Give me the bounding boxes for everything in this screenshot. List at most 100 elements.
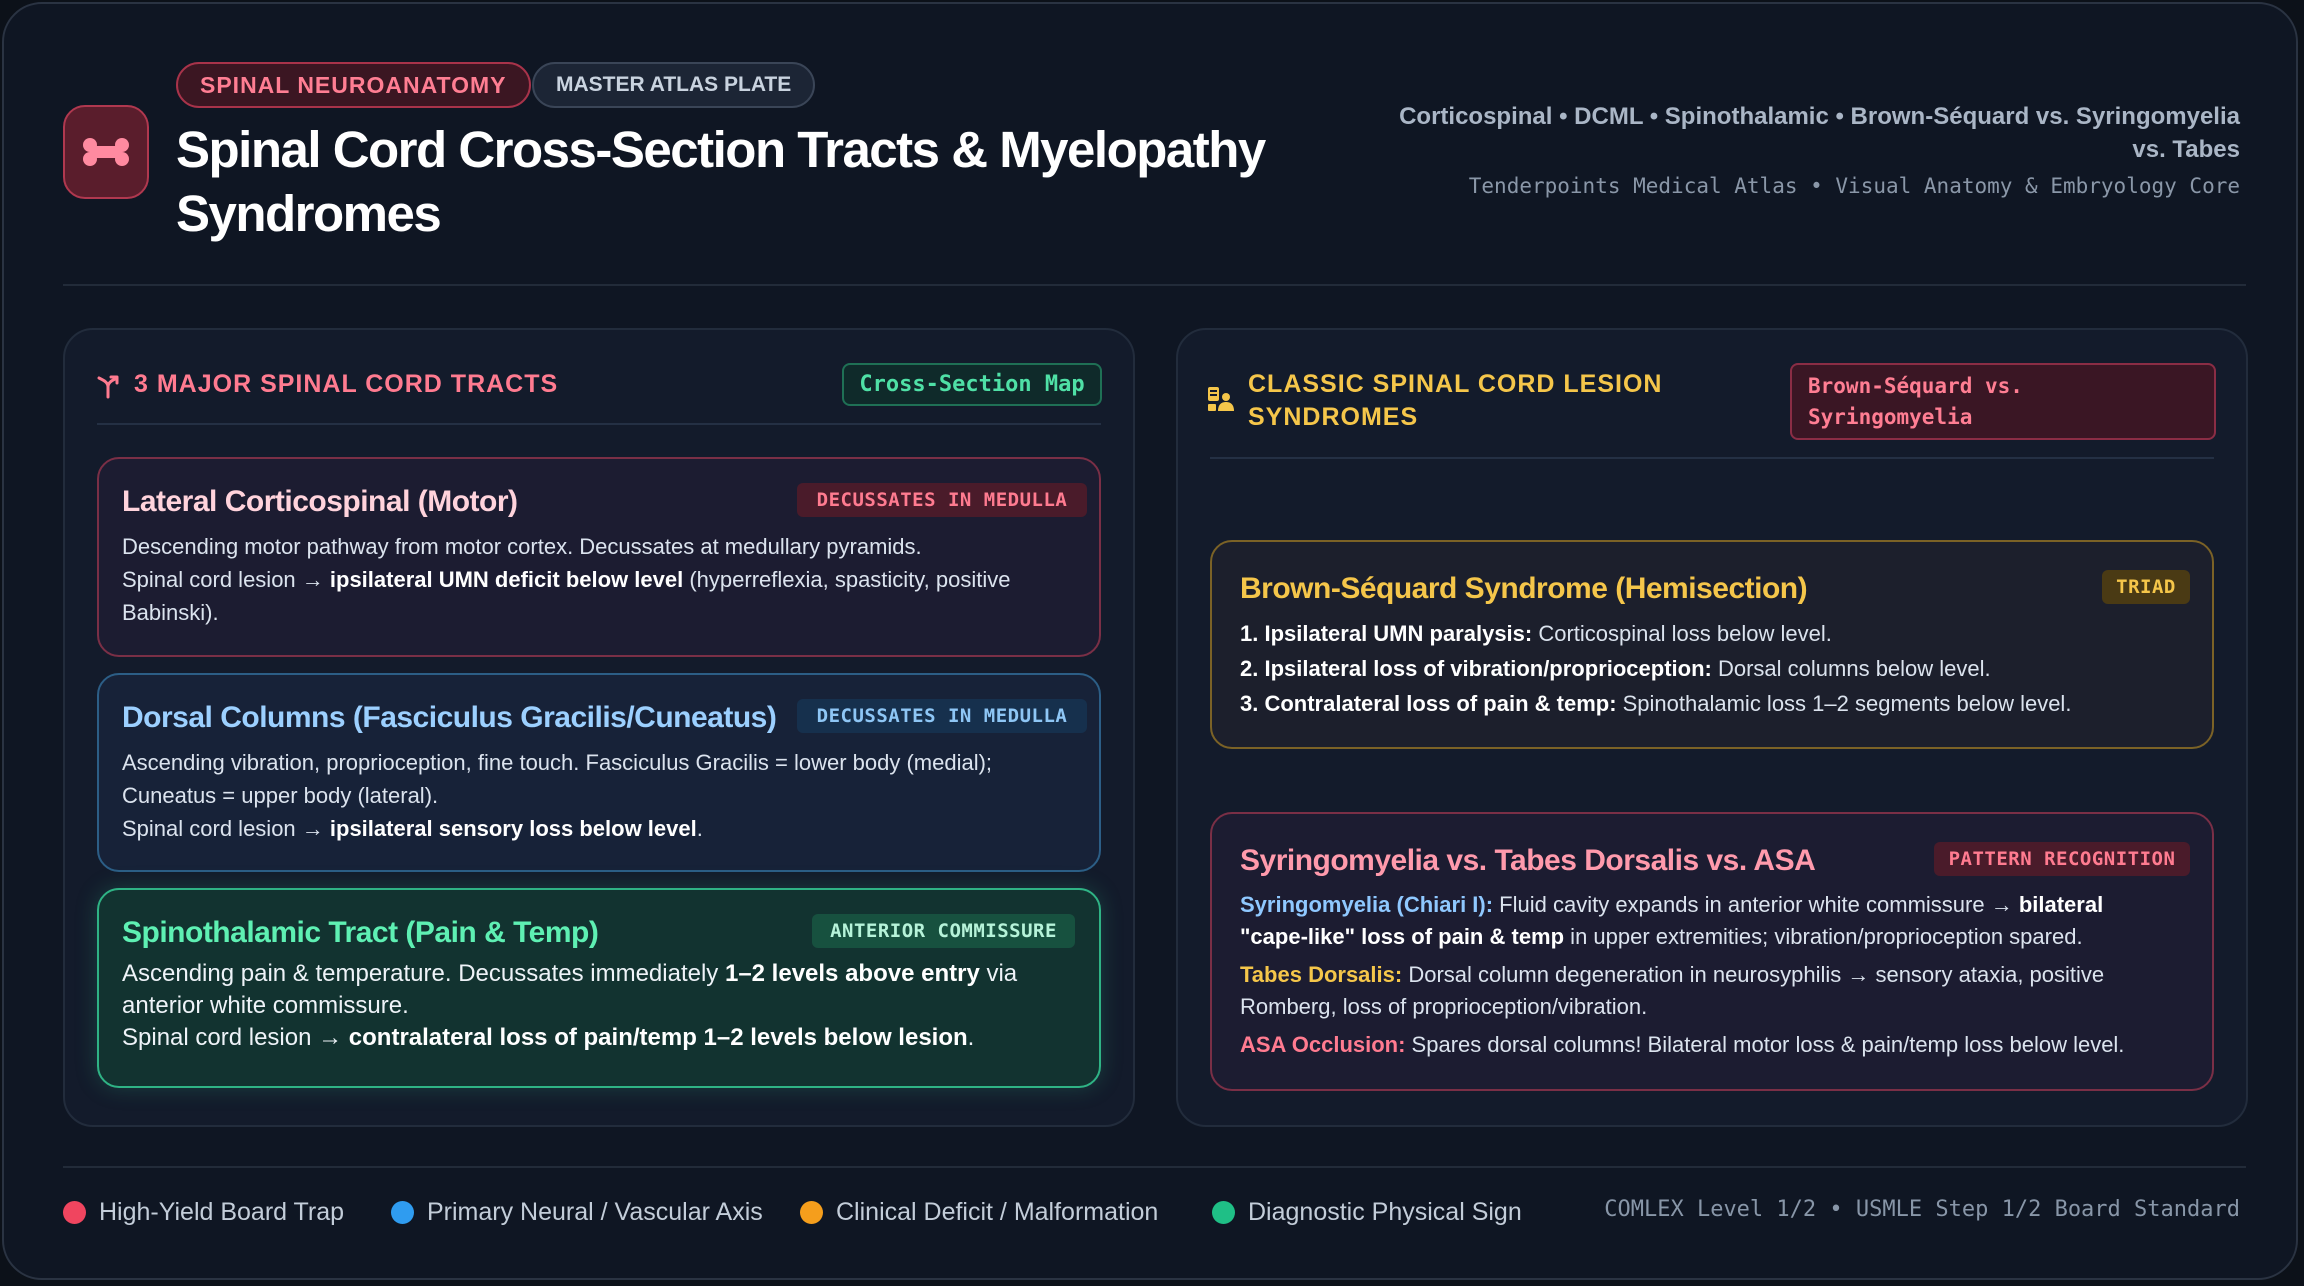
brown-sequard-card: Brown-Séquard Syndrome (Hemisection) TRI… (1210, 540, 2214, 749)
triad-label: 3. Contralateral loss of pain & temp: (1240, 691, 1617, 716)
legend-label: Clinical Deficit / Malformation (836, 1198, 1159, 1226)
syringomyelia-label: Syringomyelia (Chiari I): (1240, 892, 1494, 917)
body-text: Spinal cord lesion → (122, 567, 330, 592)
card-title: Brown-Séquard Syndrome (Hemisection) (1240, 572, 1808, 605)
triad-label: 2. Ipsilateral loss of vibration/proprio… (1240, 656, 1712, 681)
badge-line: Syringomyelia (1808, 405, 1973, 429)
legend-label: Primary Neural / Vascular Axis (427, 1198, 763, 1226)
spinothalamic-card: Spinothalamic Tract (Pain & Temp) ANTERI… (97, 888, 1101, 1088)
triad-text: Corticospinal loss below level. (1532, 621, 1832, 646)
body-text: . (967, 1024, 975, 1051)
body-line: anterior white commissure. (122, 992, 409, 1019)
header-divider (63, 284, 2246, 286)
body-emphasis: 1–2 levels above entry (724, 960, 980, 987)
panel-title-line: SYNDROMES (1248, 403, 1419, 431)
card-tag: PATTERN RECOGNITION (1934, 842, 2190, 876)
legend-dot (391, 1201, 414, 1224)
panel-divider (1210, 457, 2214, 459)
card-title: Lateral Corticospinal (Motor) (122, 485, 518, 518)
body-text: via (979, 960, 1018, 987)
card-body: Descending motor pathway from motor cort… (122, 530, 1082, 629)
subtitle-line: vs. Tabes (2132, 136, 2240, 163)
source-credit: Tenderpoints Medical Atlas • Visual Anat… (1468, 174, 2240, 198)
panel-divider (97, 423, 1101, 425)
triad-item: 1. Ipsilateral UMN paralysis: Corticospi… (1240, 616, 2200, 651)
body-text: Spinal cord lesion → (122, 1024, 349, 1051)
triad-text: Dorsal columns below level. (1711, 656, 1991, 681)
body-emphasis: "cape-like" loss of pain & temp (1240, 924, 1565, 949)
body-line: Spinal cord lesion → ipsilateral sensory… (122, 812, 1082, 845)
page-title: Spinal Cord Cross-Section Tracts & Myelo… (176, 118, 1296, 246)
tracts-panel: 3 MAJOR SPINAL CORD TRACTS Cross-Section… (63, 328, 1135, 1127)
card-body: Ascending pain & temperature. Decussates… (122, 958, 1082, 1054)
comparison-badge: Brown-Séquard vs. Syringomyelia (1790, 363, 2216, 440)
body-text: (hyperreflexia, spasticity, positive (683, 567, 1011, 592)
atlas-plate: SPINAL NEUROANATOMY MASTER ATLAS PLATE S… (2, 2, 2298, 1280)
card-tag: DECUSSATES IN MEDULLA (797, 699, 1087, 733)
body-line: "cape-like" loss of pain & temp in upper… (1240, 921, 2200, 953)
triad-item: 2. Ipsilateral loss of vibration/proprio… (1240, 651, 2200, 686)
logo-badge (63, 105, 149, 199)
legend-item-physical-sign: Diagnostic Physical Sign (1212, 1198, 1522, 1227)
body-line: ASA Occlusion: Spares dorsal columns! Bi… (1240, 1029, 2200, 1061)
card-title: Spinothalamic Tract (Pain & Temp) (122, 916, 599, 949)
badge-line: Brown-Séquard vs. (1808, 374, 2023, 398)
panel-title: CLASSIC SPINAL CORD LESION SYNDROMES (1248, 368, 1662, 434)
syringomyelia-tabes-card: Syringomyelia vs. Tabes Dorsalis vs. ASA… (1210, 812, 2214, 1091)
legend-dot (1212, 1201, 1235, 1224)
body-text: . (696, 816, 703, 841)
body-line: Syringomyelia (Chiari I): Fluid cavity e… (1240, 889, 2200, 921)
body-emphasis: ipsilateral sensory loss below level (329, 816, 697, 841)
board-standard-note: COMLEX Level 1/2 • USMLE Step 1/2 Board … (1604, 1197, 2240, 1222)
triad-text: Spinothalamic loss 1–2 segments below le… (1616, 691, 2072, 716)
fork-arrow-icon (97, 375, 119, 399)
legend-item-board-trap: High-Yield Board Trap (63, 1198, 344, 1227)
legend-item-clinical-deficit: Clinical Deficit / Malformation (800, 1198, 1158, 1227)
legend-item-neural-axis: Primary Neural / Vascular Axis (391, 1198, 763, 1227)
card-body: 1. Ipsilateral UMN paralysis: Corticospi… (1240, 616, 2200, 721)
body-line: Ascending vibration, proprioception, fin… (122, 750, 993, 775)
body-line: Spinal cord lesion → contralateral loss … (122, 1022, 1082, 1054)
triad-label: 1. Ipsilateral UMN paralysis: (1240, 621, 1533, 646)
plate-pill: MASTER ATLAS PLATE (532, 62, 816, 108)
body-line: Ascending pain & temperature. Decussates… (122, 958, 1082, 990)
legend-label: High-Yield Board Trap (99, 1198, 345, 1226)
triad-item: 3. Contralateral loss of pain & temp: Sp… (1240, 686, 2200, 721)
cross-section-badge: Cross-Section Map (842, 363, 1102, 406)
body-emphasis: bilateral (2018, 892, 2104, 917)
footer-divider (63, 1166, 2246, 1168)
card-tag: TRIAD (2102, 570, 2190, 604)
card-tag: ANTERIOR COMMISSURE (812, 914, 1075, 948)
panel-title-line: CLASSIC SPINAL CORD LESION (1248, 370, 1663, 398)
body-text: Ascending pain & temperature. Decussates… (122, 960, 725, 987)
legend-dot (63, 1201, 86, 1224)
body-line: Spinal cord lesion → ipsilateral UMN def… (122, 563, 1082, 596)
body-text: in upper extremities; vibration/proprioc… (1564, 924, 2083, 949)
subtitle-line: Corticospinal • DCML • Spinothalamic • B… (1399, 103, 2240, 130)
body-text: Dorsal column degeneration in neurosyphi… (1402, 962, 2105, 987)
panel-title: 3 MAJOR SPINAL CORD TRACTS (134, 370, 559, 398)
card-title: Dorsal Columns (Fasciculus Gracilis/Cune… (122, 701, 777, 734)
syndromes-panel: CLASSIC SPINAL CORD LESION SYNDROMES Bro… (1176, 328, 2248, 1127)
title-line: Spinal Cord Cross-Section Tracts & Myelo… (176, 121, 1266, 178)
card-title: Syringomyelia vs. Tabes Dorsalis vs. ASA (1240, 844, 1816, 877)
category-pill: SPINAL NEUROANATOMY (176, 62, 531, 108)
body-emphasis: ipsilateral UMN deficit below level (329, 567, 684, 592)
asa-label: ASA Occlusion: (1240, 1032, 1406, 1057)
body-line: Tabes Dorsalis: Dorsal column degenerati… (1240, 959, 2200, 991)
corticospinal-card: Lateral Corticospinal (Motor) DECUSSATES… (97, 457, 1101, 657)
tabes-label: Tabes Dorsalis: (1240, 962, 1403, 987)
body-text: Spares dorsal columns! Bilateral motor l… (1405, 1032, 2125, 1057)
body-line: Cuneatus = upper body (lateral). (122, 783, 439, 808)
body-text: Spinal cord lesion → (122, 816, 330, 841)
body-line: Descending motor pathway from motor cort… (122, 534, 922, 559)
card-tag: DECUSSATES IN MEDULLA (797, 483, 1087, 517)
body-line: Babinski). (122, 600, 219, 625)
card-body: Ascending vibration, proprioception, fin… (122, 746, 1082, 845)
legend-label: Diagnostic Physical Sign (1248, 1198, 1522, 1226)
title-line: Syndromes (176, 185, 442, 242)
body-text: Fluid cavity expands in anterior white c… (1493, 892, 2019, 917)
body-line: Romberg, loss of proprioception/vibratio… (1240, 994, 1648, 1019)
bone-icon (83, 138, 129, 166)
legend-dot (800, 1201, 823, 1224)
